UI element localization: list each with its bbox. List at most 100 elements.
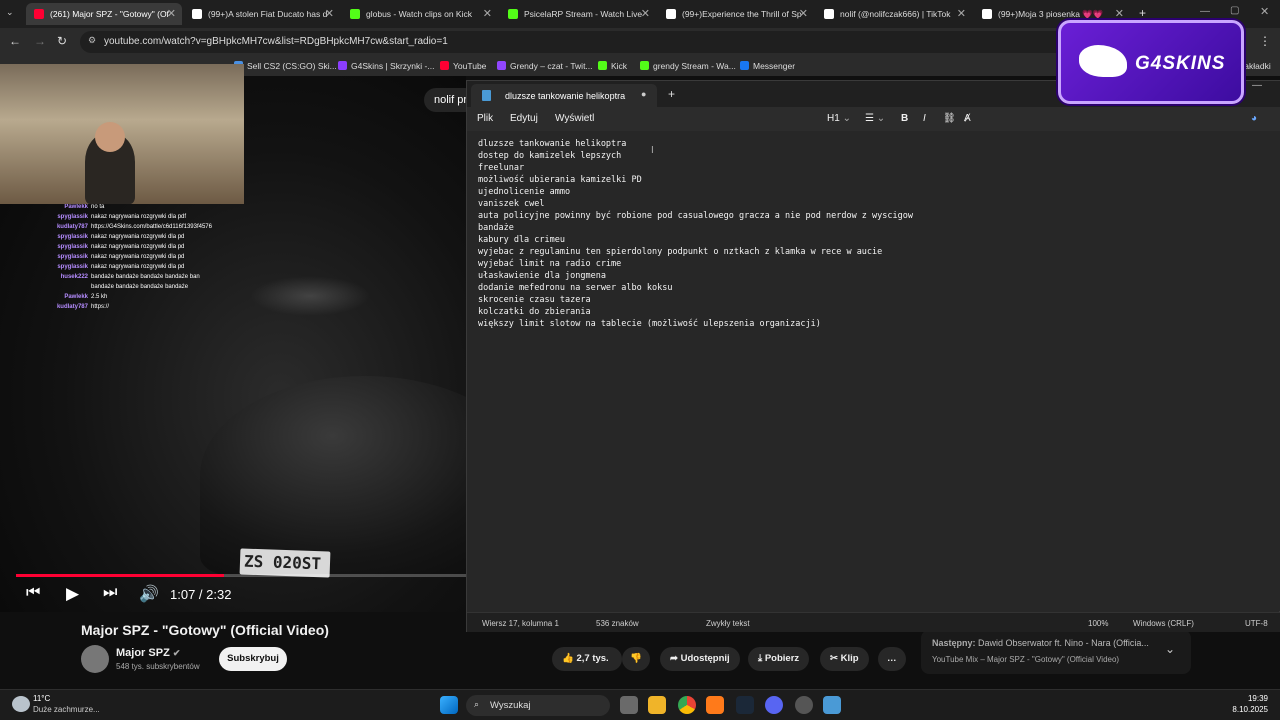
close-tab-icon[interactable]: ✕ bbox=[167, 7, 176, 20]
tiktok-icon bbox=[192, 9, 202, 19]
close-tab-icon[interactable]: ✕ bbox=[641, 7, 650, 20]
progress-track[interactable] bbox=[16, 574, 466, 577]
share-label: Udostępnij bbox=[680, 653, 730, 664]
notepad-line: wyjebać limit na radio crime bbox=[478, 259, 622, 269]
browser-tab[interactable]: globus - Watch clips on Kick ✕ bbox=[342, 3, 498, 25]
list-dropdown[interactable]: ☰ ⌄ bbox=[865, 113, 885, 124]
zoom-level[interactable]: 100% bbox=[1088, 619, 1108, 628]
browser-tab[interactable]: (99+)Experience the Thrill of Sp ✕ bbox=[658, 3, 814, 25]
car-shape bbox=[200, 376, 466, 576]
volume-icon[interactable]: 🔊 bbox=[139, 584, 159, 604]
forward-icon[interactable]: → bbox=[34, 34, 46, 48]
clear-formatting-icon[interactable]: Ⱥ bbox=[964, 113, 971, 124]
previous-icon[interactable]: ⏮ bbox=[26, 584, 40, 602]
share-button[interactable]: ➦ Udostępnij bbox=[660, 647, 740, 671]
new-tab-icon[interactable]: + bbox=[1139, 6, 1146, 20]
encoding[interactable]: UTF-8 bbox=[1245, 619, 1268, 628]
channel-name[interactable]: Major SPZ ✔ bbox=[116, 647, 180, 659]
browser-menu-icon[interactable]: ⋮ bbox=[1259, 34, 1271, 48]
notepad-minimize-icon[interactable]: — bbox=[1252, 80, 1262, 91]
notepad-editor[interactable]: dluzsze tankowanie helikoptra dostep do k… bbox=[467, 131, 1280, 611]
close-tab-icon[interactable]: ✕ bbox=[1115, 7, 1124, 20]
windows-start-icon[interactable] bbox=[440, 696, 458, 714]
close-tab-icon[interactable]: ✕ bbox=[483, 7, 492, 20]
notepad-line: możliwość ubierania kamizelki PD bbox=[478, 175, 642, 185]
play-icon[interactable]: ▶ bbox=[66, 584, 79, 604]
settings-gear-icon[interactable] bbox=[795, 696, 813, 714]
chat-message: Pawlekk 2.5 kh bbox=[0, 294, 240, 300]
task-view-icon[interactable] bbox=[620, 696, 638, 714]
clock-time[interactable]: 19:39 bbox=[1244, 694, 1268, 703]
browser-tab[interactable]: PsicelaRP Stream - Watch Live ✕ bbox=[500, 3, 656, 25]
file-explorer-icon[interactable] bbox=[648, 696, 666, 714]
menu-file[interactable]: Plik bbox=[477, 113, 493, 124]
chat-text: nakaz nagrywania rozgrywki dla pd bbox=[91, 264, 185, 270]
video-time: 1:07 / 2:32 bbox=[170, 587, 232, 602]
heading-dropdown[interactable]: H1 ⌄ bbox=[827, 113, 851, 124]
discord-icon[interactable] bbox=[765, 696, 783, 714]
next-icon[interactable]: ⏭ bbox=[103, 584, 117, 602]
browser-tab-label: (99+)Experience the Thrill of Sp bbox=[682, 9, 802, 19]
bookmark-item[interactable]: Sell CS2 (CS:GO) Ski... bbox=[234, 61, 337, 71]
bookmark-item[interactable]: Grendy – czat - Twit... bbox=[497, 61, 593, 71]
up-next-label: Następny: bbox=[932, 638, 976, 648]
weather-description[interactable]: Duże zachmurze... bbox=[33, 705, 100, 714]
more-actions-button[interactable]: … bbox=[878, 647, 906, 671]
bookmark-item[interactable]: Kick bbox=[598, 61, 627, 71]
close-tab-icon[interactable]: ✕ bbox=[325, 7, 334, 20]
link-icon[interactable]: ⛓ bbox=[943, 113, 956, 124]
notepad-tab[interactable]: dluzsze tankowanie helikoptra ● bbox=[471, 84, 657, 107]
chat-username: spyglassik bbox=[57, 254, 88, 260]
italic-icon[interactable]: I bbox=[923, 113, 926, 124]
clock-date[interactable]: 8.10.2025 bbox=[1222, 705, 1268, 714]
steam-icon[interactable] bbox=[736, 696, 754, 714]
weather-temperature[interactable]: 11°C bbox=[33, 694, 50, 703]
app-a-icon[interactable] bbox=[706, 696, 724, 714]
site-info-icon[interactable]: ⚙ bbox=[88, 35, 96, 46]
browser-tab[interactable]: (99+)A stolen Fiat Ducato has d ✕ bbox=[184, 3, 340, 25]
up-next-panel[interactable]: Następny: Dawid Obserwator ft. Nino - Na… bbox=[921, 630, 1191, 674]
close-window-icon[interactable]: ✕ bbox=[1260, 5, 1269, 18]
bold-icon[interactable]: B bbox=[901, 113, 908, 124]
chrome-icon[interactable] bbox=[678, 696, 696, 714]
close-tab-icon[interactable]: ✕ bbox=[799, 7, 808, 20]
chat-username: spyglassik bbox=[57, 244, 88, 250]
bookmark-item[interactable]: YouTube bbox=[440, 61, 486, 71]
browser-tab[interactable]: nolif (@nolifczak666) | TikTok ✕ bbox=[816, 3, 972, 25]
notepad-menubar: Plik Edytuj Wyświetl H1 ⌄ ☰ ⌄ B I ⛓ Ⱥ ◕ bbox=[467, 107, 1280, 131]
like-button[interactable]: 👍 2,7 tys. bbox=[552, 647, 622, 671]
notepad-icon bbox=[482, 90, 491, 101]
taskbar-search[interactable]: ⌕ Wyszukaj bbox=[466, 695, 610, 716]
browser-tab[interactable]: (261) Major SPZ - "Gotowy" (Of ✕ bbox=[26, 3, 182, 25]
unsaved-dot-icon[interactable]: ● bbox=[641, 89, 646, 99]
copilot-icon[interactable]: ◕ bbox=[1251, 113, 1257, 124]
channel-avatar[interactable] bbox=[81, 645, 109, 673]
menu-view[interactable]: Wyświetl bbox=[555, 113, 594, 124]
bookmark-item[interactable]: G4Skins | Skrzynki -... bbox=[338, 61, 434, 71]
minimize-window-icon[interactable]: — bbox=[1200, 6, 1210, 17]
close-tab-icon[interactable]: ✕ bbox=[957, 7, 966, 20]
bookmark-item[interactable]: grendy Stream - Wa... bbox=[640, 61, 736, 71]
reload-icon[interactable]: ↻ bbox=[57, 34, 67, 48]
clip-button[interactable]: ✂ Klip bbox=[820, 647, 869, 671]
chevron-down-icon[interactable]: ⌄ bbox=[1165, 642, 1175, 656]
maximize-window-icon[interactable]: ▢ bbox=[1230, 5, 1239, 16]
all-bookmarks-label[interactable]: zakładki bbox=[1240, 61, 1271, 71]
subscribe-button[interactable]: Subskrybuj bbox=[219, 647, 287, 671]
text-format[interactable]: Zwykły tekst bbox=[706, 619, 750, 628]
tab-search-chevron-icon[interactable]: ⌄ bbox=[6, 7, 14, 18]
back-icon[interactable]: ← bbox=[9, 34, 21, 48]
bookmark-item[interactable]: Messenger bbox=[740, 61, 795, 71]
youtube-icon bbox=[34, 9, 44, 19]
like-count: 2,7 tys. bbox=[576, 653, 609, 664]
bookmark-favicon-icon bbox=[338, 61, 347, 70]
notepad-new-tab-icon[interactable]: + bbox=[668, 87, 675, 101]
chat-message: spyglassik nakaz nagrywania rozgrywki dla… bbox=[0, 264, 240, 270]
notepad-line: skrocenie czasu tazera bbox=[478, 295, 591, 305]
dislike-button[interactable]: 👎 bbox=[622, 647, 650, 671]
notepad-taskbar-icon[interactable] bbox=[823, 696, 841, 714]
weather-cloud-icon[interactable] bbox=[12, 696, 30, 712]
download-button[interactable]: ⤓ Pobierz bbox=[748, 647, 810, 671]
menu-edit[interactable]: Edytuj bbox=[510, 113, 538, 124]
line-ending[interactable]: Windows (CRLF) bbox=[1133, 619, 1194, 628]
